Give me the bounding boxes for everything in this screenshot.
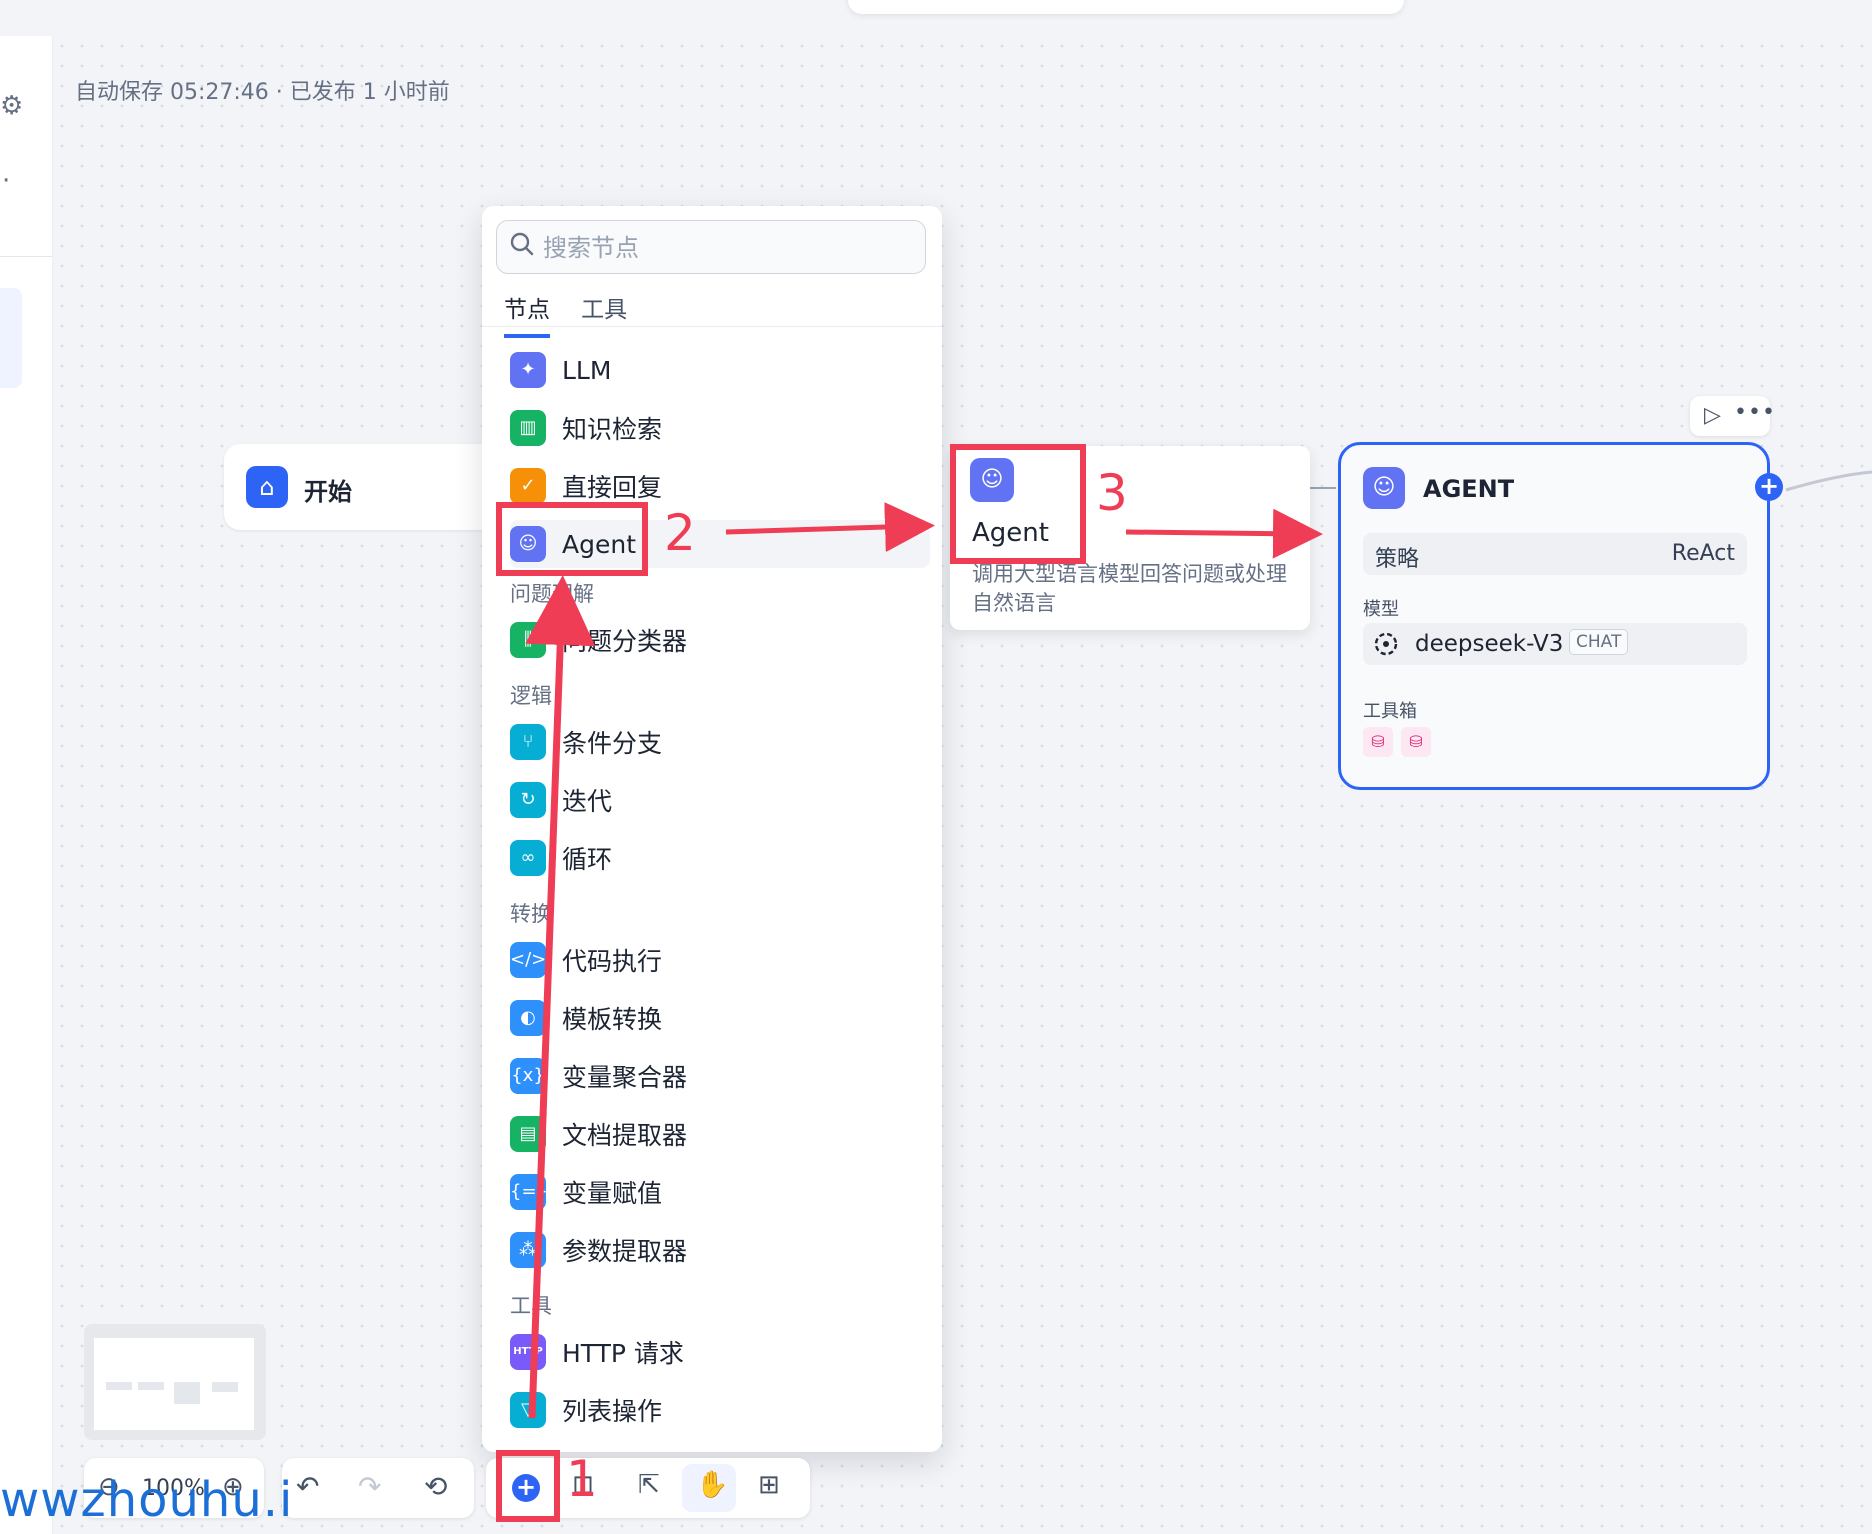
annotation-arrows bbox=[525, 502, 1323, 1419]
watermark-text: wwzhouhu.i bbox=[0, 1472, 294, 1528]
